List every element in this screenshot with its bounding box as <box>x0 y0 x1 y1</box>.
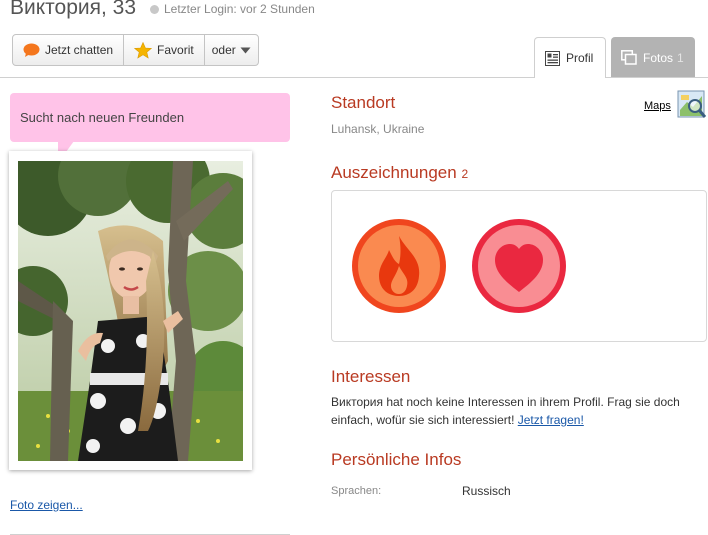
last-login-status: Letzter Login: vor 2 Stunden <box>150 2 315 16</box>
profile-photo[interactable] <box>18 161 243 461</box>
awards-count: 2 <box>461 167 469 181</box>
maps-link[interactable]: Maps <box>644 100 671 112</box>
favorite-button-label: Favorit <box>157 43 194 57</box>
chat-button-label: Jetzt chatten <box>45 43 114 57</box>
more-dropdown[interactable]: oder <box>205 35 258 65</box>
profile-name: Виктория, 33 <box>10 0 137 19</box>
awards-heading-label: Auszeichnungen <box>331 163 457 182</box>
flame-icon[interactable] <box>349 216 449 316</box>
awards-box <box>331 190 707 342</box>
status-text: Sucht nach neuen Freunden <box>20 110 185 125</box>
interests-text: Виктория hat noch keine Interessen in ih… <box>331 393 691 429</box>
tab-fotos[interactable]: Fotos 1 <box>611 37 695 78</box>
show-photo-link[interactable]: Foto zeigen... <box>10 498 83 512</box>
chevron-down-icon <box>240 47 251 53</box>
last-login-text: Letzter Login: vor 2 Stunden <box>164 2 315 16</box>
languages-label: Sprachen: <box>331 485 382 497</box>
tab-fotos-count: 1 <box>677 50 684 65</box>
tab-profil[interactable]: Profil <box>534 37 606 78</box>
profile-icon <box>545 50 560 66</box>
location-text: Luhansk, Ukraine <box>331 122 425 136</box>
interests-heading: Interessen <box>331 367 411 386</box>
map-search-icon[interactable] <box>677 90 707 120</box>
interests-message: Виктория hat noch keine Interessen in ih… <box>331 395 680 427</box>
tab-fotos-label: Fotos <box>643 50 674 65</box>
more-dropdown-label: oder <box>211 43 236 57</box>
favorite-button[interactable]: Favorit <box>124 35 205 65</box>
tab-profil-label: Profil <box>566 51 594 65</box>
languages-value: Russisch <box>462 484 511 498</box>
offline-dot-icon <box>150 4 159 14</box>
profile-photo-image <box>18 161 243 461</box>
profile-actions: Jetzt chatten Favorit oder <box>12 34 259 66</box>
ask-now-link[interactable]: Jetzt fragen! <box>518 413 584 427</box>
status-bubble: Sucht nach neuen Freunden <box>10 93 290 142</box>
photos-icon <box>621 50 637 65</box>
star-icon <box>134 41 153 59</box>
awards-heading: Auszeichnungen 2 <box>331 163 468 183</box>
heart-icon[interactable] <box>469 216 569 316</box>
location-heading: Standort <box>331 93 396 112</box>
profile-photo-frame[interactable] <box>9 151 252 470</box>
personal-info-heading: Persönliche Infos <box>331 450 462 469</box>
chat-bubble-icon <box>23 43 40 57</box>
chat-button[interactable]: Jetzt chatten <box>13 35 125 65</box>
